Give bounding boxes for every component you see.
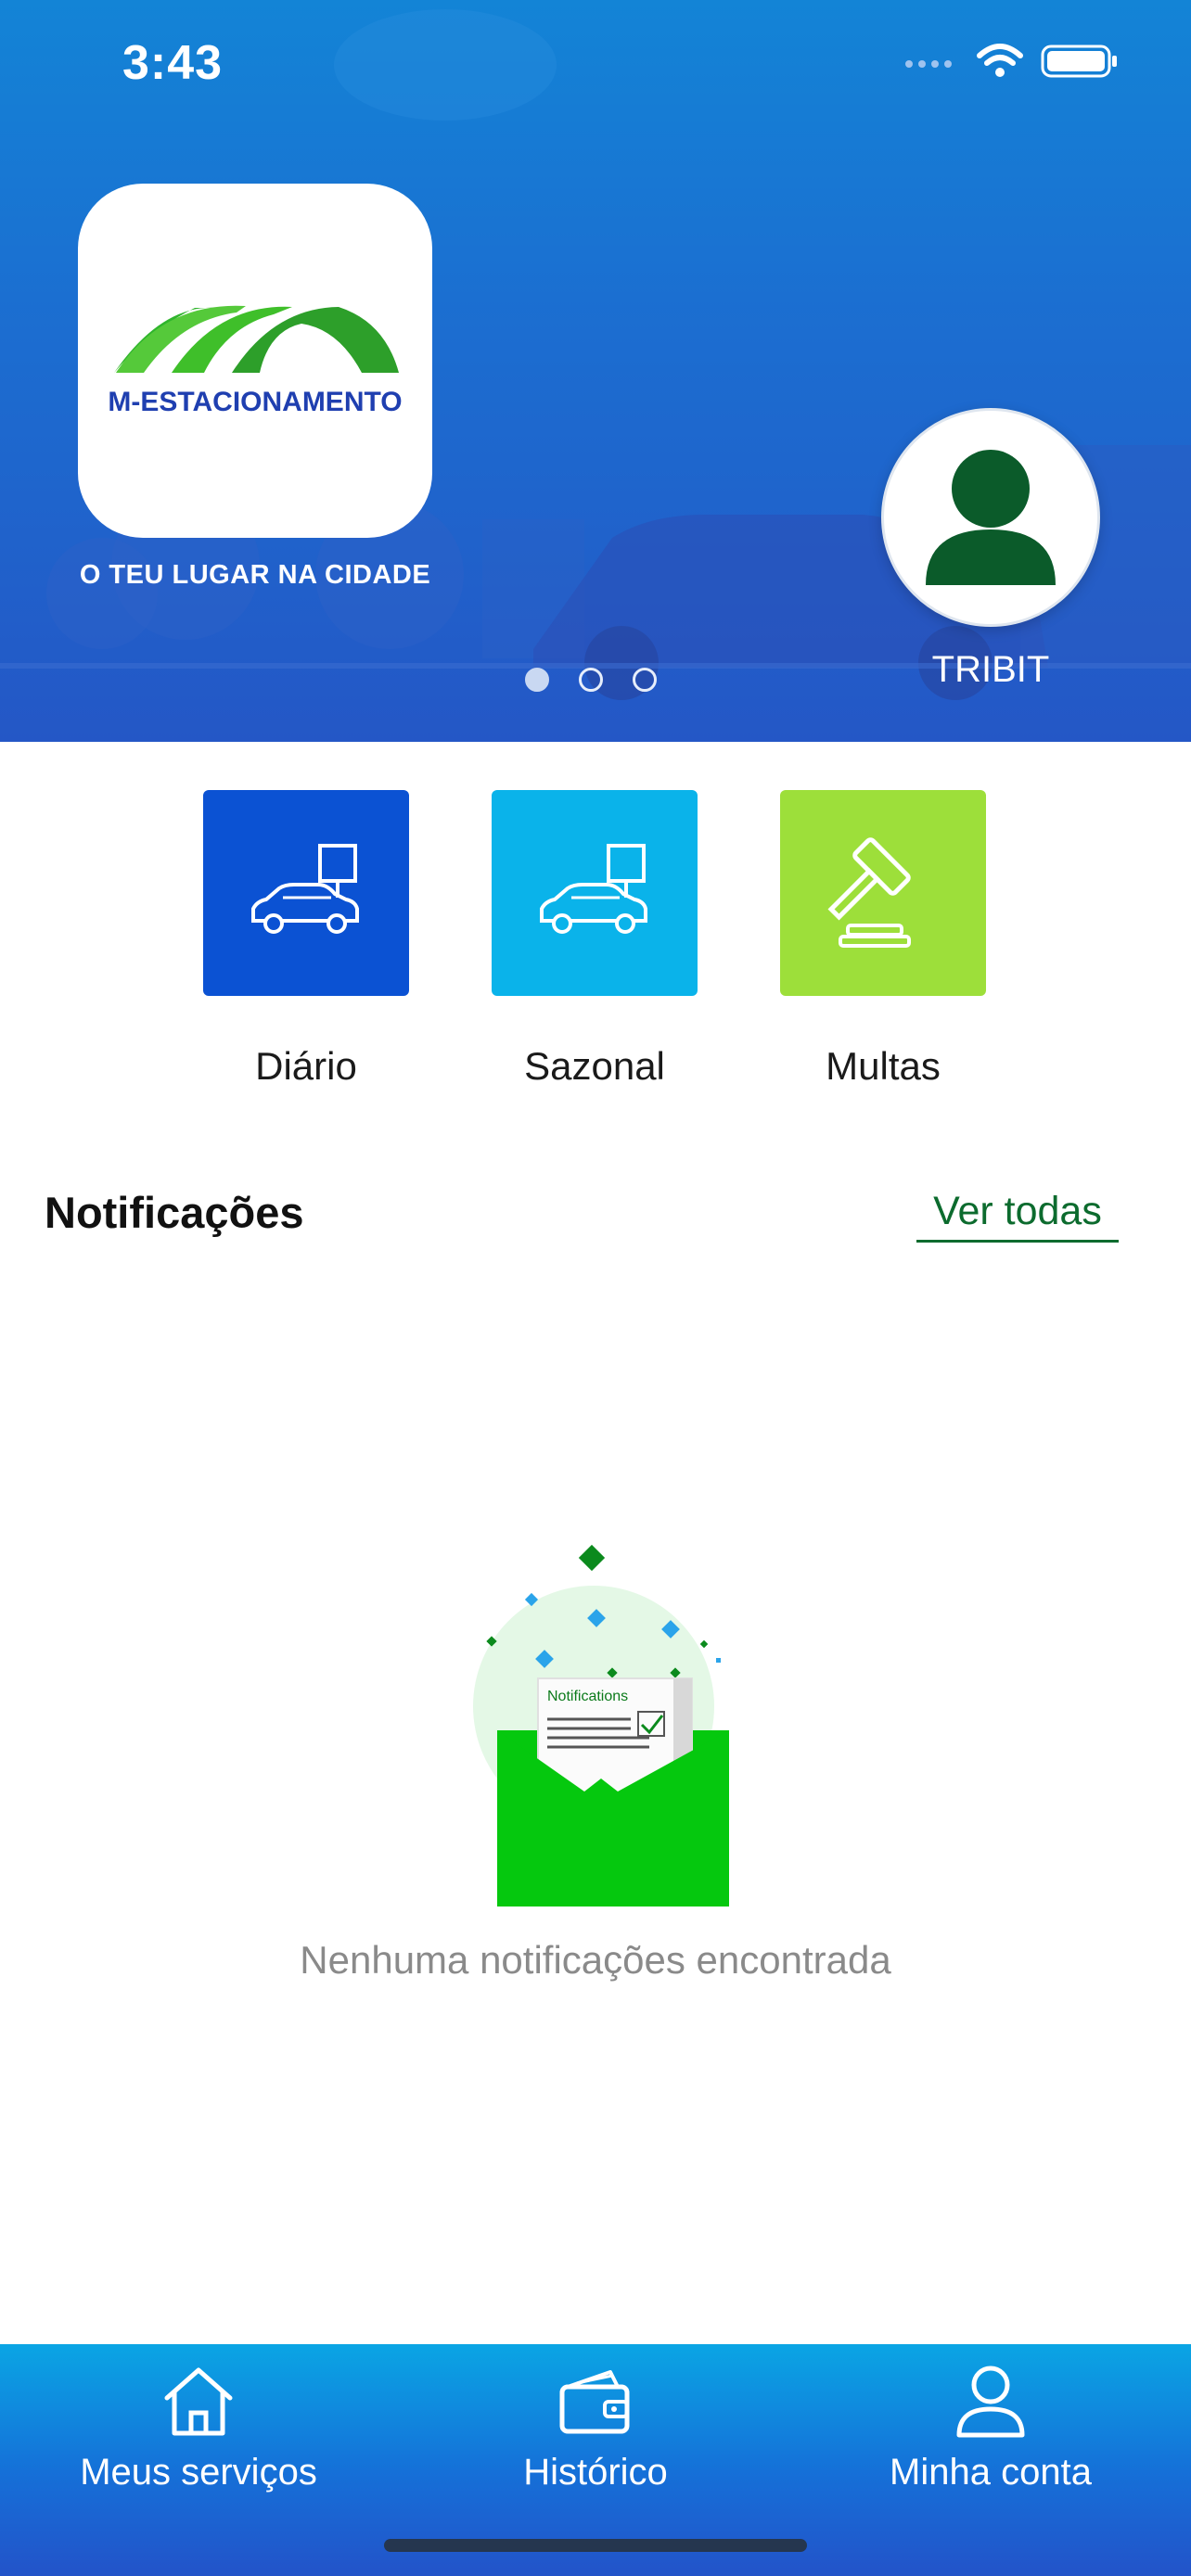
carousel-dot-2[interactable] xyxy=(579,668,603,692)
home-indicator[interactable] xyxy=(384,2539,807,2552)
service-sazonal[interactable]: Sazonal xyxy=(483,790,706,1089)
service-multas-tile[interactable] xyxy=(780,790,986,996)
service-label: Multas xyxy=(826,1044,941,1088)
user-avatar-icon xyxy=(926,450,1056,585)
status-icons xyxy=(903,43,1119,80)
user-name: TRIBIT xyxy=(931,649,1050,690)
user-icon xyxy=(956,2366,1025,2438)
nav-label: Meus serviços xyxy=(80,2452,317,2493)
wifi-icon xyxy=(977,44,1023,77)
status-time: 3:43 xyxy=(122,36,224,90)
service-sazonal-tile[interactable] xyxy=(492,790,698,996)
nav-minha-conta[interactable]: Minha conta xyxy=(824,2344,1158,2520)
app-logo: M-ESTACIONAMENTO xyxy=(78,184,432,538)
nav-label: Minha conta xyxy=(890,2452,1092,2493)
services-grid: Diário Sazonal Multas xyxy=(0,790,1191,1096)
logo-text: M-ESTACIONAMENTO xyxy=(108,387,403,417)
service-label: Sazonal xyxy=(524,1044,665,1088)
home-icon xyxy=(164,2367,233,2436)
gavel-icon xyxy=(827,837,911,948)
carousel-dot-3[interactable] xyxy=(633,668,657,692)
see-all-notifications-link[interactable]: Ver todas xyxy=(916,1189,1119,1243)
service-diario-tile[interactable] xyxy=(203,790,409,996)
service-diario[interactable]: Diário xyxy=(195,790,417,1089)
wallet-icon xyxy=(559,2370,630,2434)
parked-car-sign-icon xyxy=(540,844,647,934)
signal-icon xyxy=(905,60,952,68)
hero-banner: 3:43 M-ESTACIONAMENTO O TEU LUGAR NA CID… xyxy=(0,0,1191,742)
nav-historico[interactable]: Histórico xyxy=(429,2344,762,2520)
empty-notifications-message: Nenhuma notificações encontrada xyxy=(300,1938,891,1982)
service-label: Diário xyxy=(255,1044,357,1088)
parked-car-sign-icon xyxy=(251,844,359,934)
carousel-dots[interactable] xyxy=(525,668,657,692)
empty-notifications-illustration: Notifications xyxy=(473,1544,729,1906)
nav-meus-servicos[interactable]: Meus serviços xyxy=(32,2344,365,2520)
tagline: O TEU LUGAR NA CIDADE xyxy=(79,560,431,590)
nav-label: Histórico xyxy=(523,2452,668,2493)
battery-icon xyxy=(1041,45,1117,78)
notifications-heading: Notificações xyxy=(45,1188,304,1237)
status-bar: 3:43 xyxy=(0,0,1191,130)
service-multas[interactable]: Multas xyxy=(772,790,994,1089)
illustration-caption: Notifications xyxy=(547,1689,628,1704)
logo-arches-icon xyxy=(114,305,399,373)
carousel-dot-1[interactable] xyxy=(525,668,549,692)
avatar[interactable] xyxy=(881,408,1100,627)
